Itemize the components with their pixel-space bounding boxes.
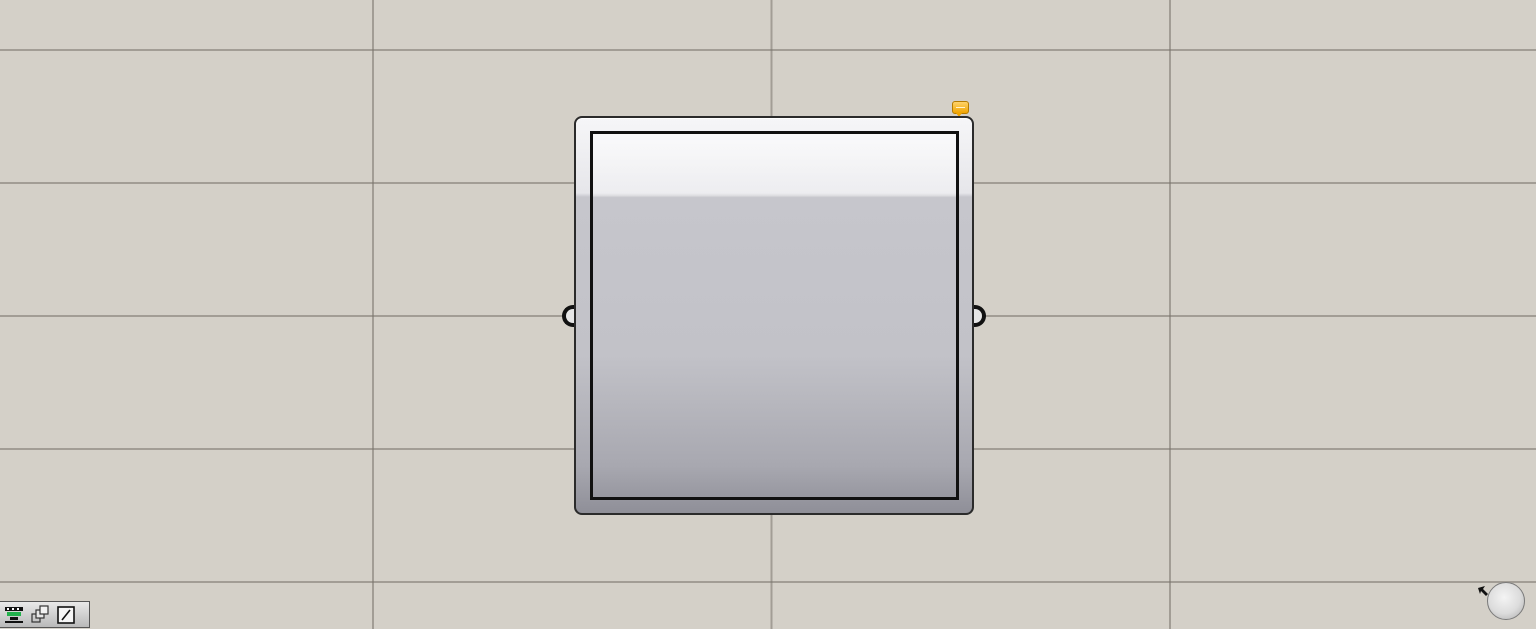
- input-grip[interactable]: [562, 305, 574, 327]
- preview-mode-icon: [5, 606, 23, 623]
- sketch-icon: [57, 605, 75, 624]
- comment-line: [956, 107, 965, 108]
- comment-icon[interactable]: [952, 101, 969, 117]
- display-mode-button[interactable]: [30, 604, 50, 625]
- navigation-ball-icon[interactable]: [1487, 582, 1525, 620]
- preview-mode-button[interactable]: [4, 605, 24, 625]
- sketch-button[interactable]: [56, 605, 76, 625]
- graph-canvas[interactable]: [0, 0, 1536, 629]
- panel-content-area[interactable]: [590, 131, 959, 500]
- output-grip[interactable]: [974, 305, 986, 327]
- panel-component[interactable]: [562, 116, 986, 515]
- canvas-toolbar: [0, 601, 90, 628]
- navigation-widget[interactable]: [1478, 580, 1528, 622]
- display-mode-icon: [31, 604, 49, 623]
